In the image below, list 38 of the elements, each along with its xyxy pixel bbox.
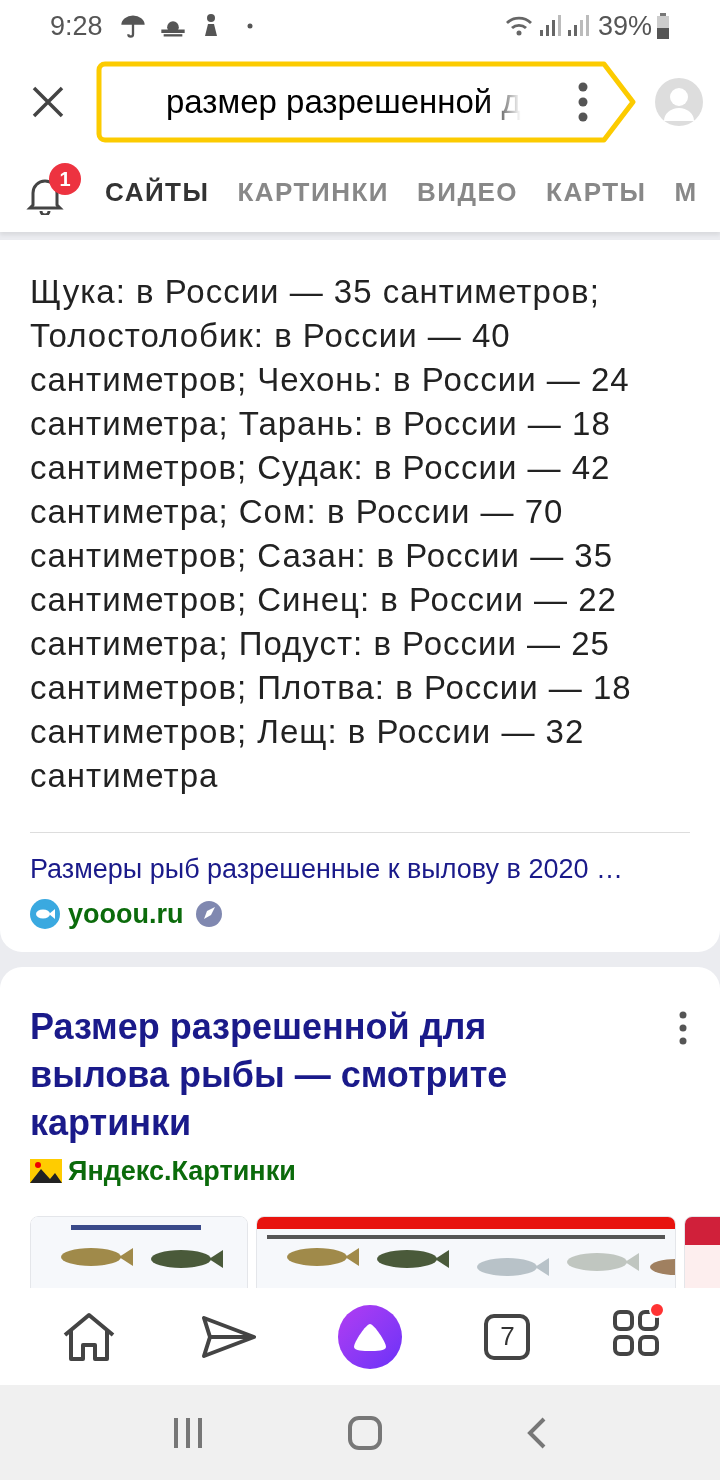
search-tab[interactable]: САЙТЫ [105,172,210,212]
signal-icon [537,14,562,38]
more-icon[interactable] [678,1011,688,1045]
site-link[interactable]: yooou.ru [68,893,184,934]
recent-apps-icon [172,1416,203,1449]
tabs-button[interactable]: 7 [484,1313,531,1360]
apps-grid-icon [612,1310,659,1356]
search-field[interactable]: размер разрешенной д [96,61,638,143]
close-button[interactable] [30,84,66,120]
signal-icon [565,14,590,38]
back-button[interactable] [527,1416,548,1449]
notification-badge: 1 [49,163,81,195]
more-icon[interactable] [578,82,588,122]
answer-text: Щука: в России — 35 сантиметров; Толостолобик: в России — 40 сантиметров; Чехонь: в России — 24 сантиметра; Тарань: в России — 18 сантиметров; Судак: в России — 42 сантиметра; Сом: в России — 70 сантиметров; Сазан: в России — 35 сантиметров; Синец: в России — 22 сантиметра; Подуст: в России — 25 сантиметров; Плотва: в России — 18 сантиметров; Лещ: в России — 32 сантиметра [30,272,633,796]
source-link[interactable]: Размеры рыб разрешенные к вылову в 2020 … [30,849,690,890]
search-tab[interactable]: КАРТИНКИ [237,172,389,212]
home-nav-button[interactable] [348,1415,382,1450]
result-title[interactable]: Размер разрешенной для вылова рыбы — смотрите картинки [30,1003,570,1147]
close-icon [31,85,65,119]
battery-level: 39% [597,9,652,43]
images-logo-icon [30,1159,62,1184]
search-tab[interactable]: ВИДЕО [417,172,519,212]
back-icon [527,1416,548,1449]
home-nav-icon [348,1415,382,1450]
fish-icon [30,898,60,929]
recent-apps-button[interactable] [172,1416,203,1449]
apps-button[interactable] [612,1310,659,1356]
search-query: размер разрешенной д [166,82,521,123]
triangle-icon [352,1321,387,1352]
paper-plane-icon [199,1313,256,1360]
search-tab[interactable]: КАРТЫ [546,172,647,212]
dot-icon [246,23,253,29]
status-time: 9:28 [50,9,103,43]
result-source: Яндекс.Картинки [68,1155,296,1188]
send-button[interactable] [199,1313,256,1360]
rocket-icon [195,900,222,927]
search-tab[interactable]: М [674,172,698,212]
battery-icon [656,13,670,39]
